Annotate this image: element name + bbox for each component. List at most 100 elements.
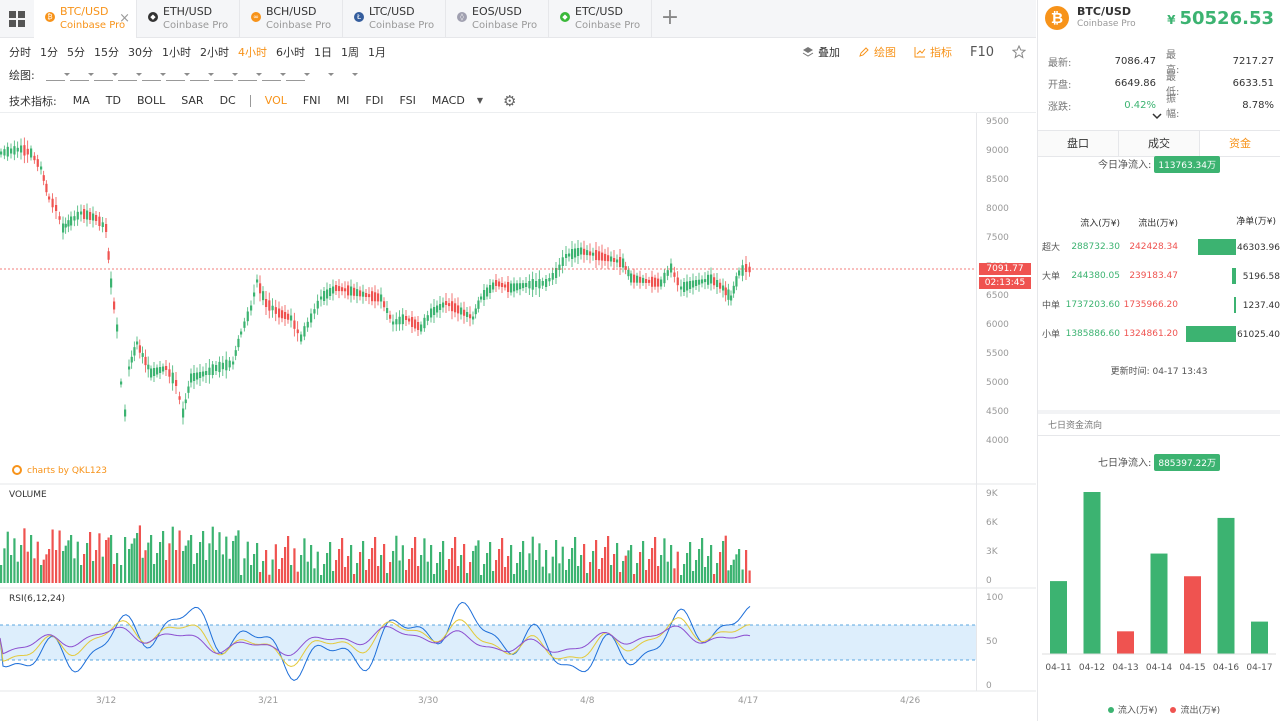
indicator-macd[interactable]: MACD (432, 94, 465, 107)
grid-menu-icon[interactable] (0, 0, 34, 38)
indicator-ma[interactable]: MA (73, 94, 90, 107)
chevron-down-icon[interactable] (1152, 111, 1162, 121)
volume-bar (40, 565, 43, 583)
timeframe-8[interactable]: 6小时 (267, 44, 305, 60)
date-axis-label: 4/17 (738, 696, 759, 706)
fibonacci-tool-icon[interactable] (142, 69, 166, 81)
timeframe-10[interactable]: 1周 (332, 44, 359, 60)
timeframe-5[interactable]: 1小时 (153, 44, 191, 60)
indicator-mi[interactable]: MI (337, 94, 350, 107)
panel-tabs: 盘口 成交 资金 (1038, 130, 1280, 157)
volume-bar (398, 560, 401, 583)
star-icon[interactable] (1012, 45, 1026, 59)
comment-tool-icon[interactable] (286, 69, 310, 81)
indicator-sar[interactable]: SAR (181, 94, 203, 107)
indicator-dc[interactable]: DC (220, 94, 236, 107)
volume-bar (190, 535, 193, 583)
volume-bar (76, 541, 79, 583)
volume-bar (592, 551, 595, 583)
volume-bar (365, 570, 368, 583)
arrow-tool-icon[interactable] (238, 69, 262, 81)
volume-bar (6, 531, 9, 583)
trash-icon[interactable] (334, 69, 358, 81)
timeframe-0[interactable]: 分时 (0, 44, 31, 60)
timeframe-1[interactable]: 1分 (31, 44, 58, 60)
seven-day-value: 885397.22万 (1154, 454, 1221, 471)
row-inflow: 288732.30 (1071, 241, 1120, 252)
overlay-button[interactable]: 叠加 (802, 44, 840, 60)
candle-body (262, 291, 265, 301)
indicator-row-label: 技术指标: (9, 94, 57, 108)
candle-body (293, 320, 296, 329)
candle-body (156, 367, 159, 375)
volume-bar (150, 535, 153, 583)
candle-body (472, 316, 475, 320)
channel-tool-icon[interactable] (94, 69, 118, 81)
indicator-button[interactable]: 指标 (914, 44, 952, 60)
level-tool-icon[interactable] (190, 69, 214, 81)
gann-tool-icon[interactable] (214, 69, 238, 81)
panel-tab-2[interactable]: 资金 (1200, 131, 1280, 156)
candle-body (408, 318, 411, 322)
f10-button[interactable]: F10 (970, 45, 994, 60)
drawing-toolbar: 绘图: (0, 64, 1036, 86)
range-tool-icon[interactable] (262, 69, 286, 81)
candle-body (483, 290, 486, 300)
tab-btc-usd[interactable]: ₿ BTC/USD Coinbase Pro × (34, 0, 137, 38)
volume-bar (10, 555, 13, 583)
flow-date: 04-15 (1179, 663, 1205, 673)
timeframe-7[interactable]: 4小时 (229, 44, 267, 60)
add-tab-icon[interactable]: + (652, 0, 688, 38)
indicator-fni[interactable]: FNI (303, 94, 321, 107)
volume-bar (574, 537, 577, 583)
draw-button[interactable]: 绘图 (858, 44, 896, 60)
gear-icon[interactable]: ⚙ (503, 92, 516, 110)
indicator-vol[interactable]: VOL (265, 94, 287, 107)
tab-eos-usd[interactable]: ◊ EOS/USD Coinbase Pro (446, 0, 549, 38)
indicator-dropdown-icon[interactable]: ▼ (477, 96, 483, 105)
timeframe-3[interactable]: 15分 (85, 44, 119, 60)
candle-body (92, 213, 95, 221)
pattern-tool-icon[interactable] (166, 69, 190, 81)
candle-body (240, 331, 243, 335)
tab-etc-usd[interactable]: ◆ ETC/USD Coinbase Pro (549, 0, 652, 38)
price-chart[interactable]: 9500900085008000750070006500600055005000… (0, 113, 1036, 721)
tab-ltc-usd[interactable]: Ł LTC/USD Coinbase Pro (343, 0, 446, 38)
candle-body (48, 196, 51, 200)
timeframe-4[interactable]: 30分 (119, 44, 153, 60)
candle-body (341, 287, 344, 292)
volume-bar (310, 545, 313, 583)
panel-price: ¥50526.53 (1167, 8, 1274, 29)
timeframe-9[interactable]: 1日 (305, 44, 332, 60)
line-tool-icon[interactable] (46, 69, 70, 81)
volume-bar (70, 535, 73, 583)
volume-bar (519, 552, 522, 583)
timeframe-11[interactable]: 1月 (359, 44, 386, 60)
timeframe-2[interactable]: 5分 (58, 44, 85, 60)
panel-tab-0[interactable]: 盘口 (1038, 131, 1119, 156)
panel-tab-1[interactable]: 成交 (1119, 131, 1200, 156)
candle-body (30, 148, 33, 158)
tab-eth-usd[interactable]: ◆ ETH/USD Coinbase Pro (137, 0, 240, 38)
close-icon[interactable]: × (119, 11, 130, 26)
indicator-fsi[interactable]: FSI (399, 94, 415, 107)
candle-body (271, 305, 274, 311)
circle-tool-icon[interactable] (118, 69, 142, 81)
volume-bar (67, 540, 70, 583)
volume-bar (657, 566, 660, 583)
volume-bar (159, 542, 162, 583)
tab-bch-usd[interactable]: ∞ BCH/USD Coinbase Pro (240, 0, 343, 38)
candle-body (498, 281, 501, 287)
indicator-fdi[interactable]: FDI (365, 94, 383, 107)
candle-body (110, 278, 113, 288)
ray-tool-icon[interactable] (70, 69, 94, 81)
indicator-td[interactable]: TD (106, 94, 121, 107)
candle-body (730, 295, 733, 301)
bar-chart-icon[interactable] (310, 69, 334, 81)
candle-body (208, 367, 211, 375)
legend-inflow: 流入(万¥) (1117, 706, 1158, 716)
candlestick-chart-canvas[interactable] (0, 113, 1036, 721)
timeframe-6[interactable]: 2小时 (191, 44, 229, 60)
volume-bar (86, 543, 89, 583)
indicator-boll[interactable]: BOLL (137, 94, 165, 107)
